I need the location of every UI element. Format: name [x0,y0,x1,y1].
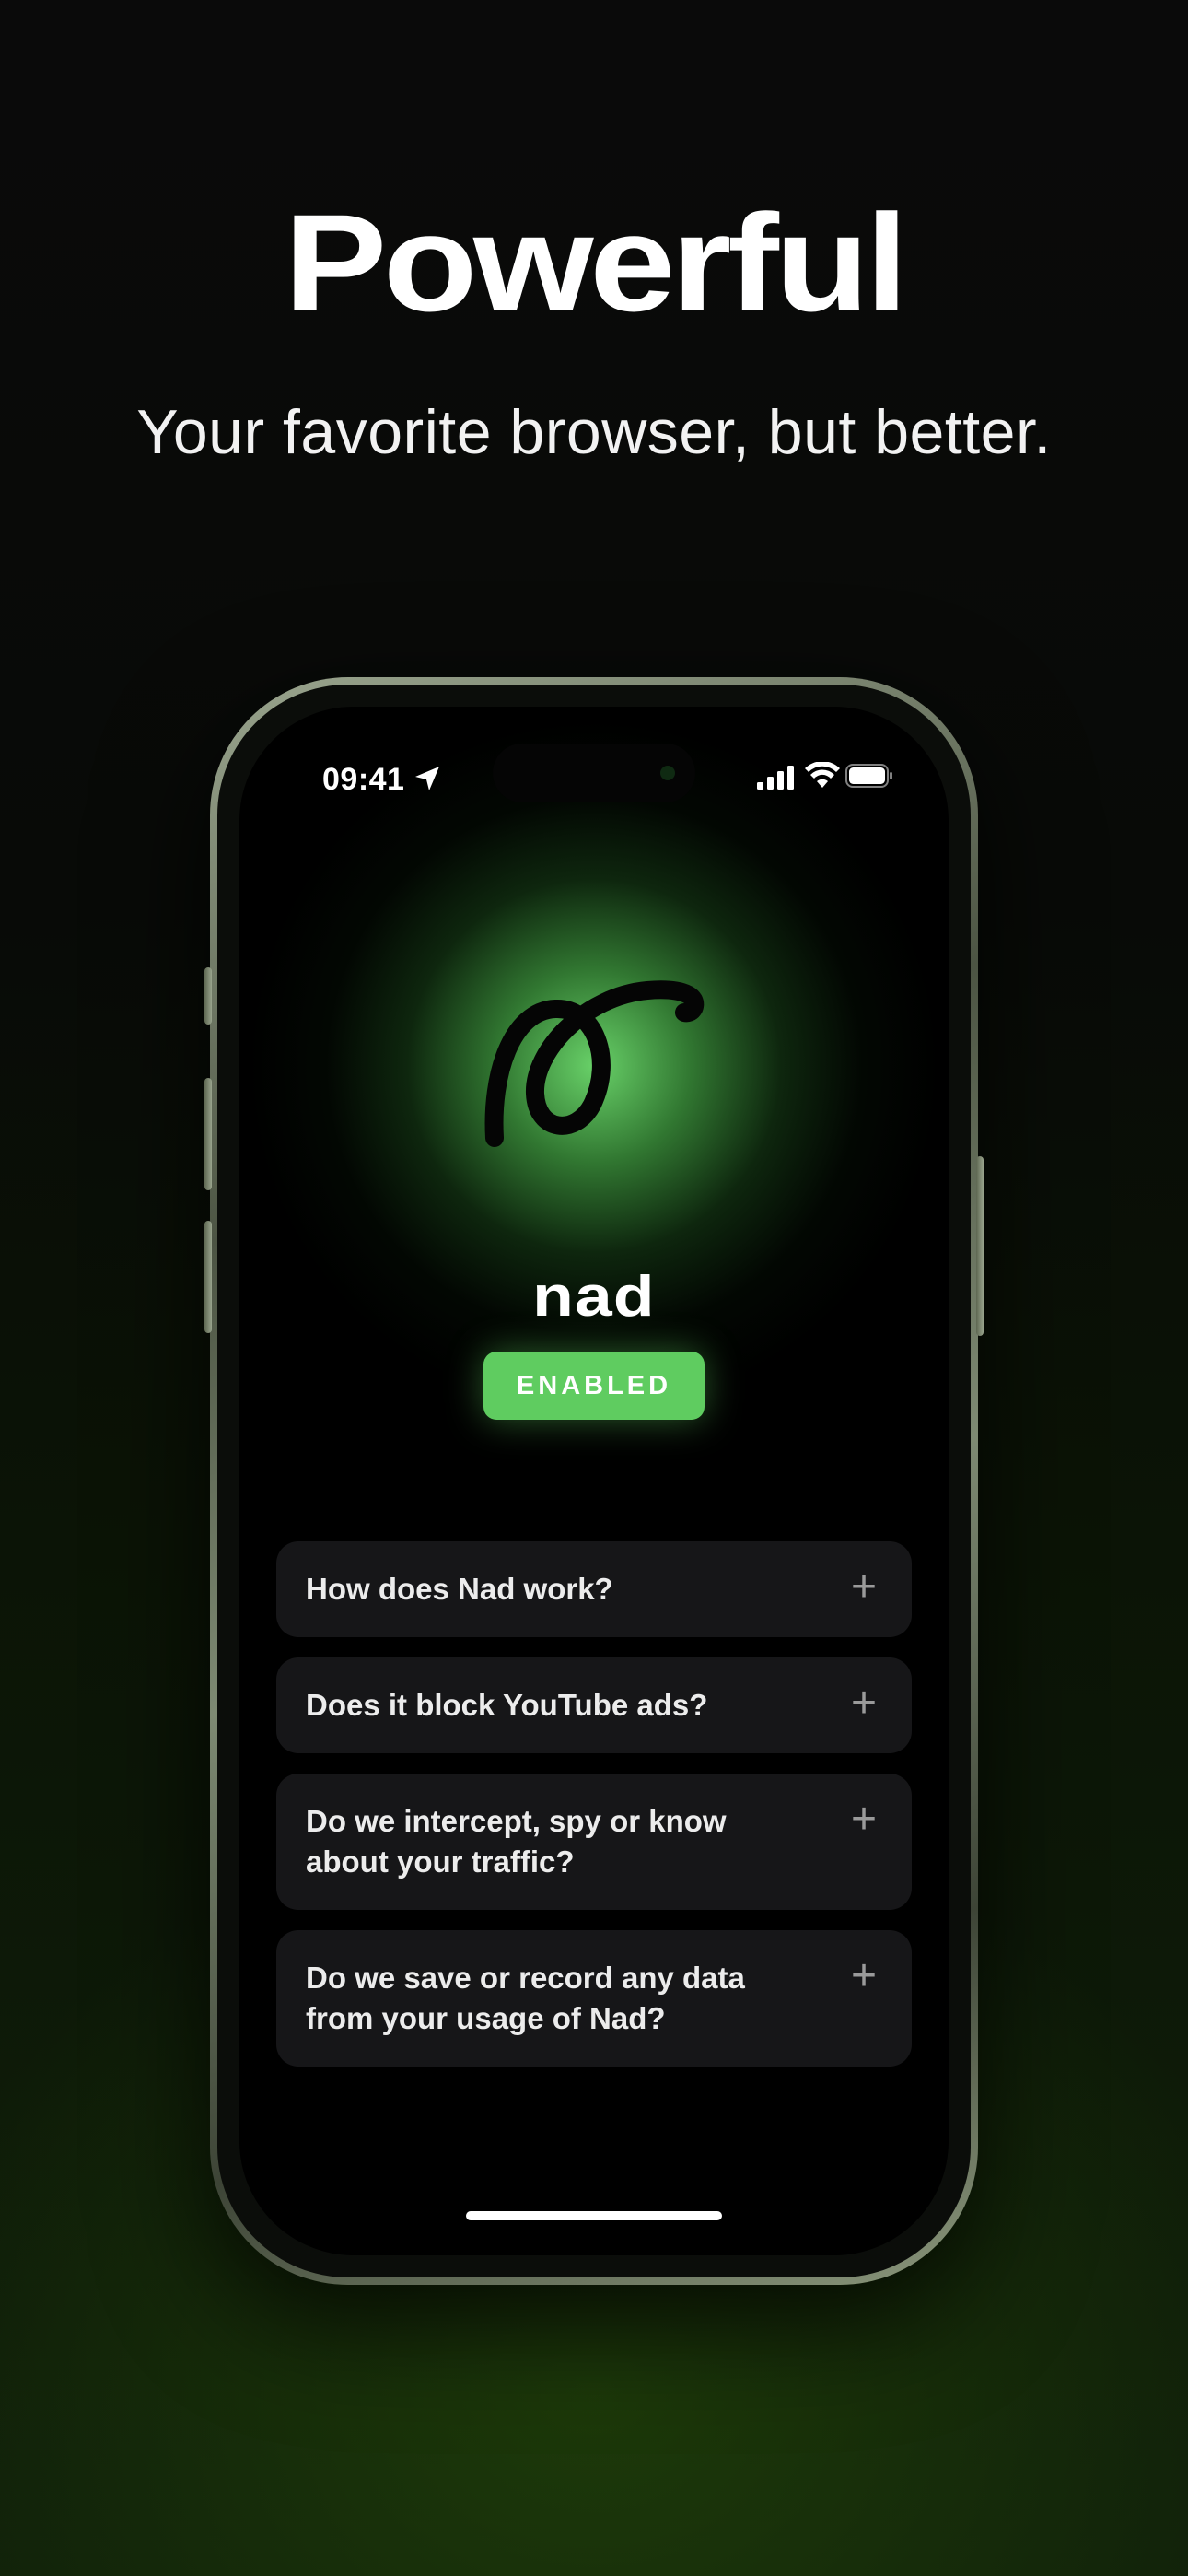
faq-question: How does Nad work? [306,1572,613,1606]
status-bar-time: 09:41 [322,762,405,797]
home-indicator[interactable] [466,2211,722,2220]
wifi-icon [805,762,840,788]
dynamic-island [493,744,695,802]
faq-list: How does Nad work? + Does it block YouTu… [276,1541,912,2087]
plus-icon[interactable]: + [844,1565,884,1610]
phone-mockup: 09:41 nad ENABLED How does Nad work? + D… [204,677,984,2285]
location-arrow-icon [415,767,439,790]
faq-item[interactable]: Does it block YouTube ads? + [276,1657,912,1753]
phone-power-button [976,1156,984,1336]
front-camera [660,766,675,780]
nad-loop-logo-icon [484,980,705,1147]
battery-icon [845,764,892,788]
plus-icon[interactable]: + [844,1681,884,1726]
phone-volume-up-button [204,1078,212,1190]
page-headline: Powerful [284,185,908,340]
phone-screen: 09:41 nad ENABLED How does Nad work? + D… [239,707,949,2255]
faq-question: Do we save or record any data from your … [306,1961,745,2035]
faq-item[interactable]: Do we save or record any data from your … [276,1930,912,2067]
page-subheadline: Your favorite browser, but better. [136,397,1052,467]
faq-question: Does it block YouTube ads? [306,1688,708,1722]
phone-action-button [204,967,212,1025]
faq-question: Do we intercept, spy or know about your … [306,1804,727,1879]
app-name: nad [532,1265,656,1329]
enabled-status-badge[interactable]: ENABLED [483,1352,705,1420]
phone-volume-down-button [204,1221,212,1333]
faq-item[interactable]: How does Nad work? + [276,1541,912,1637]
plus-icon[interactable]: + [844,1954,884,1998]
phone-bezel: 09:41 nad ENABLED How does Nad work? + D… [217,685,971,2277]
faq-item[interactable]: Do we intercept, spy or know about your … [276,1774,912,1910]
plus-icon[interactable]: + [844,1797,884,1842]
cellular-signal-icon [757,766,794,790]
